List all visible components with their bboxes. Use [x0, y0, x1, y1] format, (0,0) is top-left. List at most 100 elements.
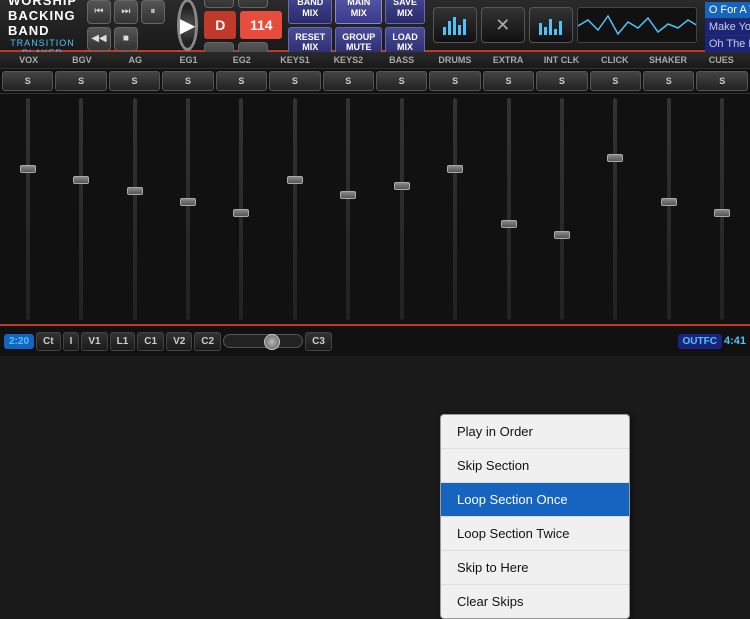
main-title: WORSHIP BACKING BAND	[8, 0, 77, 38]
ctx-play-in-order[interactable]: Play in Order	[441, 415, 629, 449]
fader-track[interactable]	[293, 98, 297, 320]
solo-extra[interactable]: S	[483, 71, 534, 91]
section-ct[interactable]: Ct	[36, 332, 61, 351]
play-button[interactable]: ▶	[177, 0, 198, 51]
fader-track[interactable]	[507, 98, 511, 320]
x-icon: ✕	[495, 15, 510, 36]
solo-shaker[interactable]: S	[643, 71, 694, 91]
ch-label-ag: AG	[109, 52, 162, 68]
waveform-icon	[539, 15, 562, 35]
section-l1[interactable]: L1	[110, 332, 136, 351]
ch-label-drums: DRUMS	[428, 52, 481, 68]
x-button[interactable]: ✕	[481, 7, 525, 43]
top-bar: WORSHIP BACKING BAND TRANSITION PLAYER ⏮…	[0, 0, 750, 52]
fader-track[interactable]	[613, 98, 617, 320]
ctx-loop-section-twice[interactable]: Loop Section Twice	[441, 517, 629, 551]
bars-icon	[443, 15, 466, 35]
section-v1[interactable]: V1	[81, 332, 107, 351]
section-v2[interactable]: V2	[166, 332, 192, 351]
fader-extra	[483, 98, 534, 320]
key-display: D	[204, 11, 236, 39]
fader-area: Play in Order Skip Section Loop Section …	[0, 94, 750, 324]
app-title: WORSHIP BACKING BAND TRANSITION PLAYER	[8, 0, 77, 58]
song-name: Make Your Home In My H	[709, 21, 750, 33]
bottom-bar: 2:20 Ct I V1 L1 C1 V2 C2 C3 OUTFC 4:41	[0, 324, 750, 356]
progress-slider[interactable]	[223, 334, 303, 348]
fader-bass	[376, 98, 427, 320]
current-time: 2:20	[4, 334, 34, 349]
ctx-skip-section[interactable]: Skip Section	[441, 449, 629, 483]
band-mix-button[interactable]: BANDMIX	[288, 0, 332, 24]
fader-track[interactable]	[133, 98, 137, 320]
ch-label-keys2: KEYS2	[322, 52, 375, 68]
ctx-skip-to-here[interactable]: Skip to Here	[441, 551, 629, 585]
fader-track[interactable]	[346, 98, 350, 320]
ch-label-click: CLICK	[588, 52, 641, 68]
key-up-button[interactable]: ▲	[204, 0, 234, 8]
ch-label-extra: EXTRA	[482, 52, 535, 68]
solo-eg2[interactable]: S	[216, 71, 267, 91]
main-mix-button[interactable]: MAINMIX	[335, 0, 382, 24]
waveform-button[interactable]	[529, 7, 573, 43]
song-name: O For A Thousand Tongu	[709, 4, 750, 16]
bpm-up-button[interactable]: ▲	[238, 0, 268, 8]
fader-shaker	[643, 98, 694, 320]
solo-vox[interactable]: S	[2, 71, 53, 91]
ctx-loop-section-once[interactable]: Loop Section Once	[441, 483, 629, 517]
song-item[interactable]: Make Your Home In My H C 120 2:56	[705, 19, 750, 36]
section-c2[interactable]: C2	[194, 332, 221, 351]
fader-track[interactable]	[26, 98, 30, 320]
ctx-clear-skips[interactable]: Clear Skips	[441, 585, 629, 618]
solo-eg1[interactable]: S	[162, 71, 213, 91]
end-time: 4:41	[724, 335, 746, 347]
fader-track[interactable]	[667, 98, 671, 320]
solo-keys2[interactable]: S	[323, 71, 374, 91]
fader-track[interactable]	[560, 98, 564, 320]
section-i[interactable]: I	[63, 332, 80, 351]
solo-ag[interactable]: S	[109, 71, 160, 91]
section-c1[interactable]: C1	[137, 332, 164, 351]
outfc-label: OUTFC	[678, 334, 722, 349]
song-item[interactable]: O For A Thousand Tongu D 114 4:41	[705, 2, 750, 19]
save-mix-button[interactable]: SAVEMIX	[385, 0, 425, 24]
fader-eg1	[162, 98, 213, 320]
skip-back-button[interactable]: ⏮	[87, 0, 111, 24]
solo-click[interactable]: S	[590, 71, 641, 91]
fast-forward-button[interactable]: ⏭	[114, 0, 138, 24]
ch-label-shaker: SHAKER	[641, 52, 694, 68]
solo-cues[interactable]: S	[696, 71, 747, 91]
fader-cues	[696, 98, 747, 320]
pause-button[interactable]: ⏸	[141, 0, 165, 24]
context-menu: Play in Order Skip Section Loop Section …	[440, 414, 630, 619]
stop-button[interactable]: ■	[114, 27, 138, 51]
solo-bass[interactable]: S	[376, 71, 427, 91]
waveform-strip	[577, 7, 697, 43]
ch-label-bgv: BGV	[55, 52, 108, 68]
fader-track[interactable]	[186, 98, 190, 320]
song-name: Oh The Deep Deep Love	[709, 38, 750, 50]
solo-intclk[interactable]: S	[536, 71, 587, 91]
solo-keys1[interactable]: S	[269, 71, 320, 91]
fader-track[interactable]	[720, 98, 724, 320]
section-c3[interactable]: C3	[305, 332, 332, 351]
fader-track[interactable]	[453, 98, 457, 320]
progress-thumb[interactable]	[264, 334, 280, 350]
fader-drums	[429, 98, 480, 320]
ch-label-intclk: INT CLK	[535, 52, 588, 68]
solo-row: S S S S S S S S S S S S S S	[0, 69, 750, 94]
solo-bgv[interactable]: S	[55, 71, 106, 91]
rewind-button[interactable]: ◀◀	[87, 27, 111, 51]
fader-track[interactable]	[79, 98, 83, 320]
mix-buttons-grid: BANDMIX MAINMIX SAVEMIX RESETMIX GROUPMU…	[288, 0, 425, 58]
fader-eg2	[216, 98, 267, 320]
fader-bgv	[55, 98, 106, 320]
bars-button[interactable]	[433, 7, 477, 43]
fader-keys2	[323, 98, 374, 320]
song-item[interactable]: Oh The Deep Deep Love Em 93 4:29	[705, 36, 750, 53]
ch-label-keys1: KEYS1	[268, 52, 321, 68]
fader-track[interactable]	[239, 98, 243, 320]
solo-drums[interactable]: S	[429, 71, 480, 91]
ch-label-eg1: EG1	[162, 52, 215, 68]
fader-keys1	[269, 98, 320, 320]
fader-track[interactable]	[400, 98, 404, 320]
